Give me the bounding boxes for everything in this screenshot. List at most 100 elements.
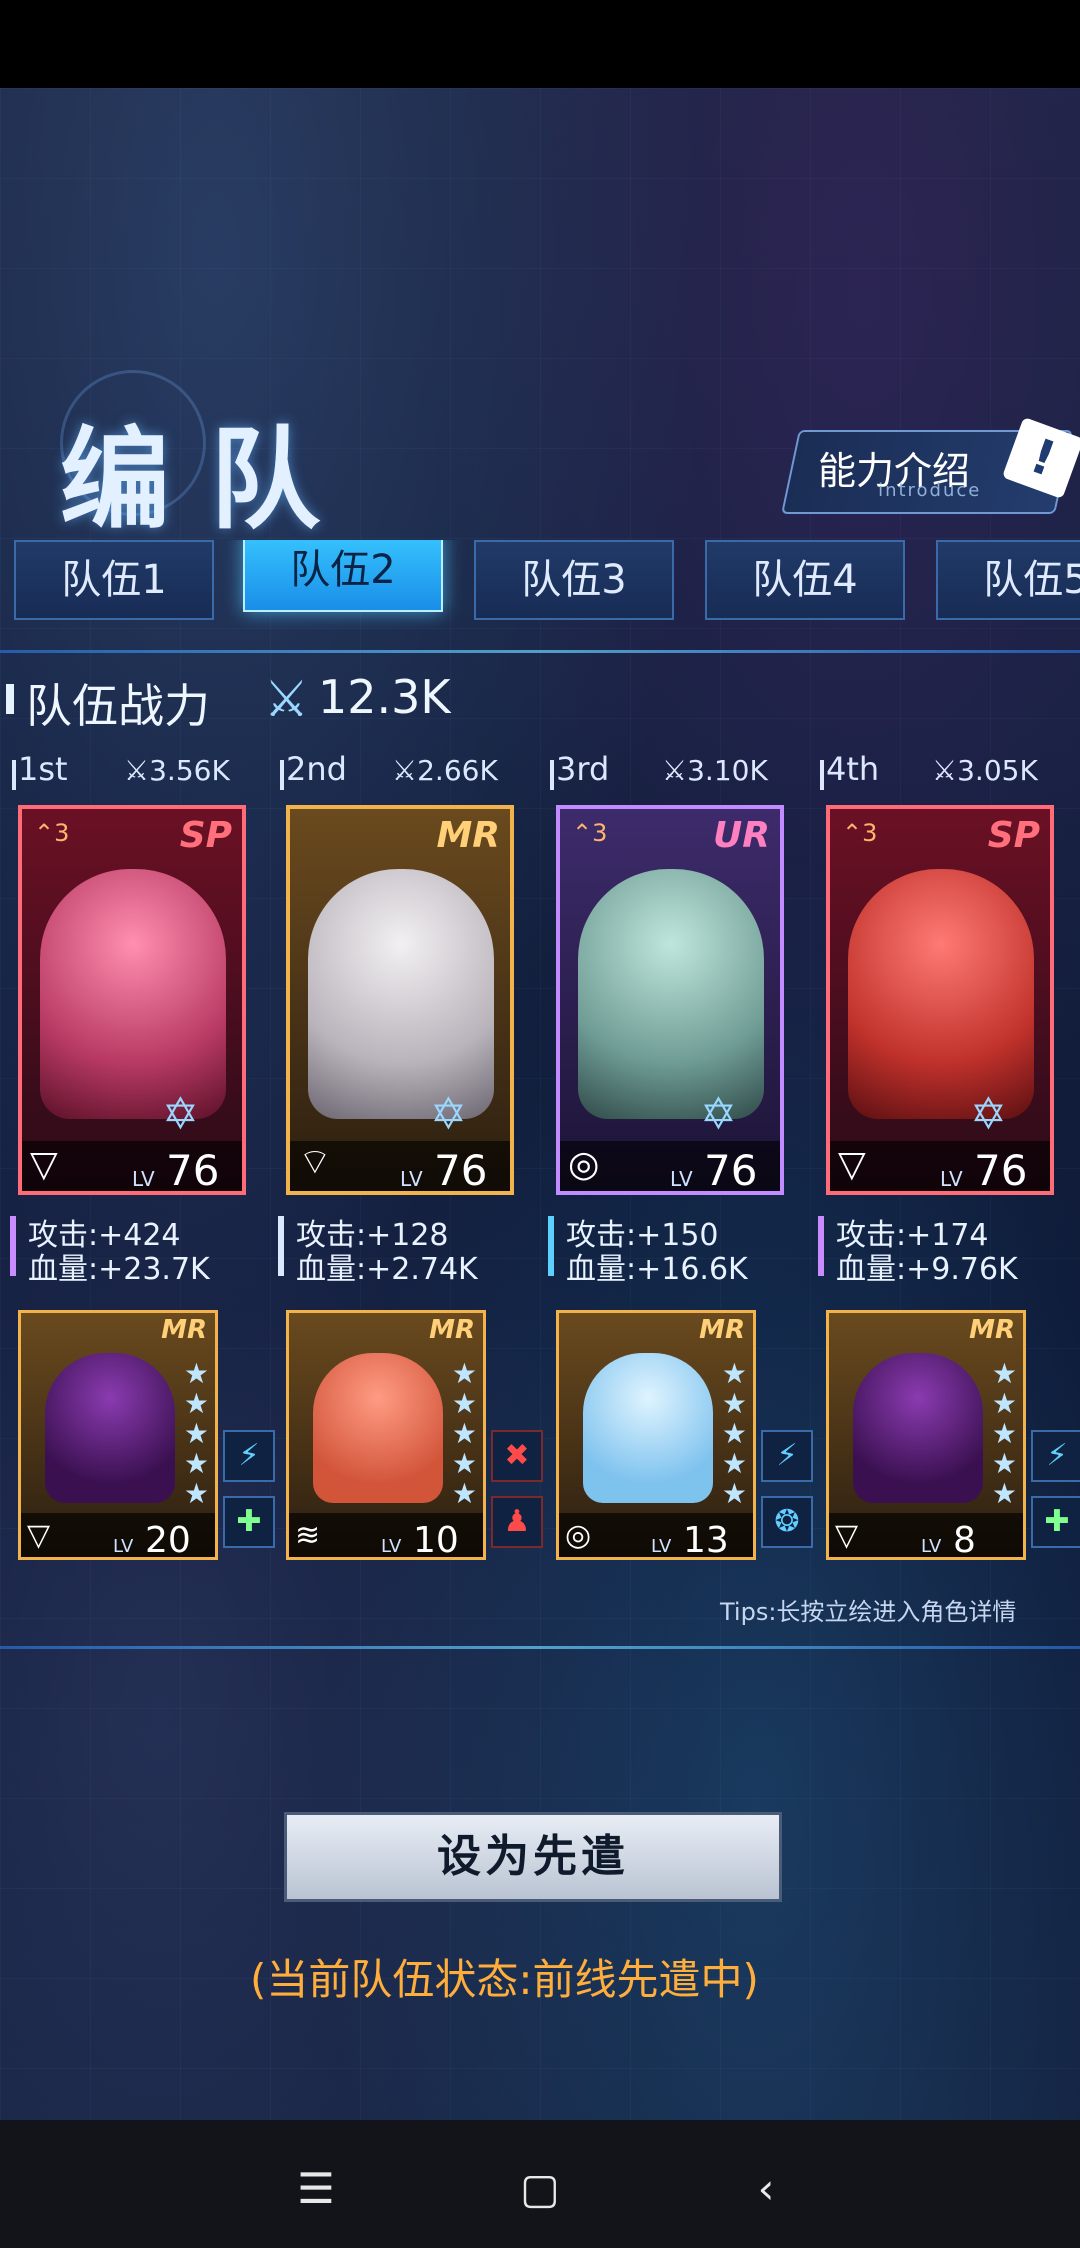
ability-intro-button[interactable]: 能力介绍 introduce ! bbox=[781, 416, 1080, 514]
support-art bbox=[583, 1353, 713, 1503]
slot-power-value: 3.05K bbox=[957, 754, 1038, 787]
sword-icon: ⚔ bbox=[264, 670, 309, 728]
home-icon[interactable]: ▢ bbox=[510, 2164, 570, 2224]
sword-icon: ⚔ bbox=[124, 754, 150, 787]
class-icon: ◎ bbox=[565, 1518, 592, 1553]
ascend-badge: ⌃3 bbox=[842, 819, 878, 847]
class-icon: ▽ bbox=[835, 1518, 859, 1553]
tab-team-2[interactable]: 队伍2 bbox=[243, 540, 443, 612]
stat-bar bbox=[10, 1216, 16, 1276]
tab-team-5[interactable]: 队伍5 bbox=[936, 540, 1080, 620]
skill-icon[interactable]: ❂ bbox=[761, 1496, 813, 1548]
slot-power: ⚔3.56K bbox=[124, 754, 230, 787]
page-title: 编队 bbox=[60, 416, 360, 544]
support-stars: ★ ★ ★ ★ ★ bbox=[721, 1357, 747, 1510]
sword-icon: ⚔ bbox=[662, 754, 688, 787]
level-value: 76 bbox=[166, 1146, 220, 1195]
ascend-badge: ⌃3 bbox=[572, 819, 608, 847]
slot-power: ⚔3.05K bbox=[932, 754, 1038, 787]
tab-team-3[interactable]: 队伍3 bbox=[474, 540, 674, 620]
character-art bbox=[578, 869, 764, 1119]
sword-icon: ⚔ bbox=[392, 754, 418, 787]
section-divider bbox=[0, 1646, 1080, 1649]
hp-stat: 血量:+9.76K bbox=[836, 1252, 1018, 1287]
slot-rank: 4th bbox=[826, 750, 880, 788]
menu-icon[interactable]: ☰ bbox=[286, 2164, 346, 2224]
slot-rank: 1st bbox=[18, 750, 68, 788]
slot-power: ⚔3.10K bbox=[662, 754, 768, 787]
hexagram-icon: ✡ bbox=[700, 1089, 737, 1140]
skill-icon[interactable]: ♟ bbox=[491, 1496, 543, 1548]
support-stars: ★ ★ ★ ★ ★ bbox=[451, 1357, 477, 1510]
class-icon: ▽ bbox=[838, 1144, 866, 1185]
team-slot-2: 2nd ⚔2.66K MR ✡ ⌔ LV 76 攻击:+128 血量:+2.74… bbox=[278, 750, 543, 1570]
skill-icon[interactable]: ⚡ bbox=[761, 1430, 813, 1482]
character-art bbox=[848, 869, 1034, 1119]
support-level-label: LV bbox=[651, 1536, 672, 1557]
support-rarity: MR bbox=[699, 1315, 745, 1345]
hexagram-icon: ✡ bbox=[430, 1089, 467, 1140]
hexagram-icon: ✡ bbox=[970, 1089, 1007, 1140]
team-status-text: (当前队伍状态:前线先遣中) bbox=[250, 1955, 759, 2004]
slot-power-value: 3.10K bbox=[687, 754, 768, 787]
support-level-label: LV bbox=[381, 1536, 402, 1557]
slot-rank: 3rd bbox=[556, 750, 610, 788]
stat-block: 攻击:+128 血量:+2.74K bbox=[278, 1210, 536, 1287]
support-level-value: 8 bbox=[953, 1520, 976, 1560]
skill-icon[interactable]: ⚡ bbox=[223, 1430, 275, 1482]
support-card[interactable]: MR ★ ★ ★ ★ ★ ≋ LV 10 bbox=[286, 1310, 486, 1560]
support-art bbox=[45, 1353, 175, 1503]
page-title-wrap: 编队 bbox=[20, 360, 380, 544]
support-level-label: LV bbox=[113, 1536, 134, 1557]
team-slot-4: 4th ⚔3.05K ⌃3 SP ✡ ▽ LV 76 攻击:+174 血量:+9… bbox=[818, 750, 1080, 1570]
slot-power-value: 3.56K bbox=[149, 754, 230, 787]
team-slot-3: 3rd ⚔3.10K ⌃3 UR ✡ ◎ LV 76 攻击:+150 血量:+1… bbox=[548, 750, 813, 1570]
character-portrait[interactable]: ⌃3 SP ✡ ▽ LV 76 bbox=[18, 805, 246, 1195]
stat-block: 攻击:+424 血量:+23.7K bbox=[10, 1210, 268, 1287]
support-stars: ★ ★ ★ ★ ★ bbox=[991, 1357, 1017, 1510]
support-card[interactable]: MR ★ ★ ★ ★ ★ ▽ LV 8 bbox=[826, 1310, 1026, 1560]
character-art bbox=[308, 869, 494, 1119]
character-art bbox=[40, 869, 226, 1119]
support-card[interactable]: MR ★ ★ ★ ★ ★ ▽ LV 20 bbox=[18, 1310, 218, 1560]
tab-team-1[interactable]: 队伍1 bbox=[14, 540, 214, 620]
class-icon: ⌔ bbox=[298, 1142, 332, 1183]
hexagram-icon: ✡ bbox=[162, 1089, 199, 1140]
rarity-badge: SP bbox=[987, 815, 1040, 856]
set-vanguard-button[interactable]: 设为先遣 bbox=[284, 1812, 782, 1902]
class-icon: ▽ bbox=[27, 1518, 51, 1553]
character-portrait[interactable]: ⌃3 UR ✡ ◎ LV 76 bbox=[556, 805, 784, 1195]
level-label: LV bbox=[400, 1167, 423, 1191]
support-card[interactable]: MR ★ ★ ★ ★ ★ ◎ LV 13 bbox=[556, 1310, 756, 1560]
rarity-badge: SP bbox=[179, 815, 232, 856]
slot-rank: 2nd bbox=[286, 750, 347, 788]
support-level-value: 20 bbox=[145, 1520, 191, 1560]
power-bar-decoration bbox=[6, 684, 14, 714]
level-value: 76 bbox=[434, 1146, 488, 1195]
skill-icon[interactable]: ⚡ bbox=[1031, 1430, 1080, 1482]
slot-power: ⚔2.66K bbox=[392, 754, 498, 787]
system-nav-bar: ☰ ▢ ‹ bbox=[0, 2120, 1080, 2248]
level-label: LV bbox=[132, 1167, 155, 1191]
support-rarity: MR bbox=[161, 1315, 207, 1345]
sword-icon: ⚔ bbox=[932, 754, 958, 787]
support-rarity: MR bbox=[429, 1315, 475, 1345]
support-stars: ★ ★ ★ ★ ★ bbox=[183, 1357, 209, 1510]
character-portrait[interactable]: MR ✡ ⌔ LV 76 bbox=[286, 805, 514, 1195]
character-portrait[interactable]: ⌃3 SP ✡ ▽ LV 76 bbox=[826, 805, 1054, 1195]
hp-stat: 血量:+16.6K bbox=[566, 1252, 748, 1287]
level-label: LV bbox=[940, 1167, 963, 1191]
status-bar bbox=[0, 0, 1080, 88]
skill-icon[interactable]: ✚ bbox=[223, 1496, 275, 1548]
support-level-label: LV bbox=[921, 1536, 942, 1557]
tab-team-4[interactable]: 队伍4 bbox=[705, 540, 905, 620]
rank-bar bbox=[12, 760, 16, 790]
class-icon: ◎ bbox=[568, 1144, 600, 1185]
back-icon[interactable]: ‹ bbox=[736, 2164, 796, 2224]
tips-text: Tips:长按立绘进入角色详情 bbox=[720, 1598, 1017, 1626]
rank-bar bbox=[820, 760, 824, 790]
skill-icon[interactable]: ✚ bbox=[1031, 1496, 1080, 1548]
ascend-value: 3 bbox=[862, 819, 878, 847]
support-level-value: 10 bbox=[413, 1520, 459, 1560]
skill-icon[interactable]: ✖ bbox=[491, 1430, 543, 1482]
